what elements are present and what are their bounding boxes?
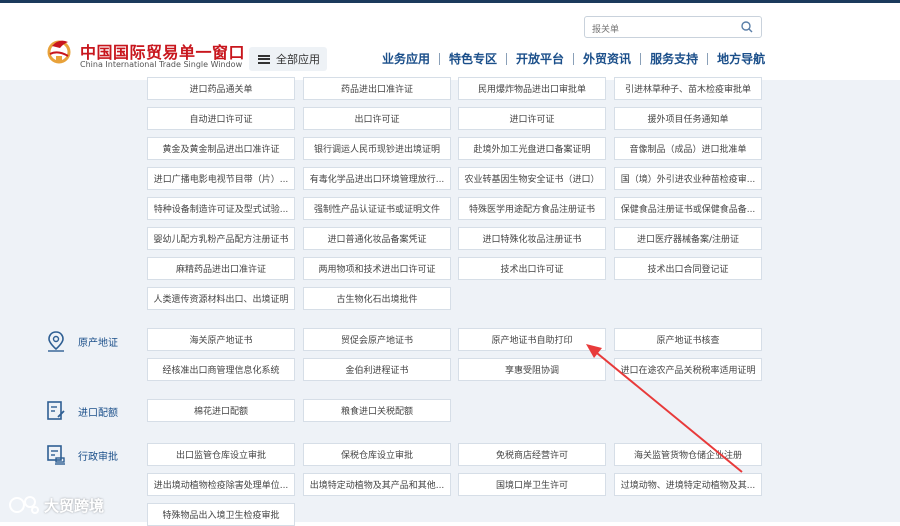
app-tile[interactable]: 强制性产品认证证书或证明文件 — [303, 197, 451, 220]
nav-business[interactable]: 业务应用 — [382, 50, 430, 67]
app-tile[interactable]: 民用爆炸物品进出口审批单 — [458, 77, 606, 100]
app-tile[interactable]: 贸促会原产地证书 — [303, 328, 451, 351]
all-apps-button[interactable]: 全部应用 — [249, 47, 327, 71]
app-tile[interactable]: 保税仓库设立审批 — [303, 443, 451, 466]
app-tile[interactable]: 音像制品（成品）进口批准单 — [614, 137, 762, 160]
app-tile[interactable]: 黄金及黄金制品进出口准许证 — [147, 137, 295, 160]
app-tile[interactable]: 特种设备制造许可证及型式试验... — [147, 197, 295, 220]
app-tile[interactable]: 进口在途农产品关税税率适用证明 — [614, 358, 762, 381]
main-nav: 业务应用 特色专区 开放平台 外贸资讯 服务支持 地方导航 — [382, 50, 765, 67]
search-icon[interactable] — [741, 21, 753, 33]
nav-local[interactable]: 地方导航 — [717, 50, 765, 67]
section-origin: 原产地证 — [46, 330, 118, 352]
app-tile[interactable]: 进口特殊化妆品注册证书 — [458, 227, 606, 250]
watermark-text: 大贸跨境 — [44, 496, 105, 515]
app-tile[interactable]: 农业转基因生物安全证书（进口） — [458, 167, 606, 190]
app-tile[interactable]: 进口广播电影电视节目带（片）... — [147, 167, 295, 190]
nav-trade-news[interactable]: 外贸资讯 — [583, 50, 631, 67]
nav-divider — [573, 52, 575, 65]
app-tile[interactable]: 自动进口许可证 — [147, 107, 295, 130]
app-tile[interactable]: 引进林草种子、苗木检疫审批单 — [614, 77, 762, 100]
app-tile[interactable]: 国境口岸卫生许可 — [458, 473, 606, 496]
app-tile-origin-self-print[interactable]: 原产地证书自助打印 — [458, 328, 606, 351]
app-tile[interactable]: 海关原产地证书 — [147, 328, 295, 351]
app-tile[interactable]: 有毒化学品进出口环境管理放行... — [303, 167, 451, 190]
app-tile[interactable]: 人类遗传资源材料出口、出境证明 — [147, 287, 295, 310]
app-tile[interactable]: 国（境）外引进农业种苗检疫审... — [614, 167, 762, 190]
nav-divider — [640, 52, 642, 65]
nav-divider — [707, 52, 709, 65]
brand-subtitle: China International Trade Single Window — [80, 60, 243, 69]
app-tile[interactable]: 享惠受阻协调 — [458, 358, 606, 381]
app-tile[interactable]: 技术出口许可证 — [458, 257, 606, 280]
app-tile[interactable]: 过境动物、进境特定动植物及其... — [614, 473, 762, 496]
location-pin-icon — [48, 331, 64, 352]
app-tile[interactable]: 进口药品通关单 — [147, 77, 295, 100]
app-tile[interactable]: 出口许可证 — [303, 107, 451, 130]
search-box — [584, 16, 762, 40]
app-tile[interactable]: 免税商店经营许可 — [458, 443, 606, 466]
app-tile[interactable]: 棉花进口配额 — [147, 399, 295, 422]
nav-open-platform[interactable]: 开放平台 — [516, 50, 564, 67]
app-tile[interactable]: 进口普通化妆品备案凭证 — [303, 227, 451, 250]
app-tile[interactable]: 出境特定动植物及其产品和其他... — [303, 473, 451, 496]
watermark-logo-icon — [9, 496, 39, 514]
app-tile[interactable]: 婴幼儿配方乳粉产品配方注册证书 — [147, 227, 295, 250]
app-tile[interactable]: 保健食品注册证书或保健食品备... — [614, 197, 762, 220]
app-tile[interactable]: 进口许可证 — [458, 107, 606, 130]
app-tile[interactable]: 经核准出口商管理信息化系统 — [147, 358, 295, 381]
app-tile[interactable]: 进出境动植物检疫除害处理单位... — [147, 473, 295, 496]
app-tile[interactable]: 技术出口合同登记证 — [614, 257, 762, 280]
nav-support[interactable]: 服务支持 — [650, 50, 698, 67]
app-tile[interactable]: 特殊医学用途配方食品注册证书 — [458, 197, 606, 220]
app-tile[interactable]: 粮食进口关税配额 — [303, 399, 451, 422]
section-quota: 进口配额 — [46, 400, 118, 422]
app-tile[interactable]: 金伯利进程证书 — [303, 358, 451, 381]
nav-divider — [506, 52, 508, 65]
nav-featured[interactable]: 特色专区 — [449, 50, 497, 67]
content-area: 进口药品通关单 药品进出口准许证 民用爆炸物品进出口审批单 引进林草种子、苗木检… — [0, 77, 900, 526]
section-admin-label: 行政审批 — [78, 451, 118, 463]
app-tile[interactable]: 特殊物品出入境卫生检疫审批 — [147, 503, 295, 526]
app-tile[interactable]: 药品进出口准许证 — [303, 77, 451, 100]
app-tile[interactable]: 银行调运人民币现钞进出境证明 — [303, 137, 451, 160]
section-origin-label: 原产地证 — [78, 337, 118, 349]
menu-icon — [258, 54, 270, 64]
app-tile[interactable]: 赴境外加工光盘进口备案证明 — [458, 137, 606, 160]
logo-icon[interactable] — [46, 36, 72, 64]
site-header: 中国国际贸易单一窗口 China International Trade Sin… — [0, 3, 900, 80]
app-tile[interactable]: 进口医疗器械备案/注册证 — [614, 227, 762, 250]
watermark: 大贸跨境 — [8, 494, 104, 516]
approval-stamp-icon — [47, 445, 65, 465]
app-tile[interactable]: 援外项目任务通知单 — [614, 107, 762, 130]
section-admin: 行政审批 — [46, 444, 118, 466]
app-tile[interactable]: 海关监管货物仓储企业注册 — [614, 443, 762, 466]
app-tile[interactable]: 出口监管仓库设立审批 — [147, 443, 295, 466]
app-tile[interactable]: 两用物项和技术进出口许可证 — [303, 257, 451, 280]
app-tile[interactable]: 麻精药品进出口准许证 — [147, 257, 295, 280]
search-input[interactable] — [585, 20, 732, 40]
app-tile[interactable]: 原产地证书核查 — [614, 328, 762, 351]
app-tile[interactable]: 古生物化石出境批件 — [303, 287, 451, 310]
section-quota-label: 进口配额 — [78, 407, 118, 419]
all-apps-label: 全部应用 — [276, 53, 320, 66]
nav-divider — [439, 52, 441, 65]
document-edit-icon — [47, 401, 65, 420]
